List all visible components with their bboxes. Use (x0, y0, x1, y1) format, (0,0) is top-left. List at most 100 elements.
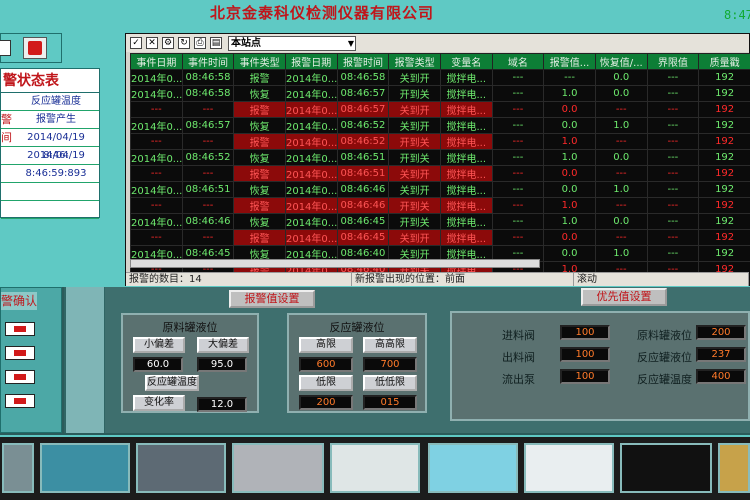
table-cell: 192 (698, 197, 750, 214)
title-bar: 北京金泰科仪检测仪器有限公司 8:47 (0, 0, 750, 26)
table-row[interactable]: 2014年0... 08:46:51 恢复 2014年0... 08:46:46 关到开搅… (130, 181, 750, 198)
small-dev-label[interactable]: 小偏差 (133, 337, 185, 353)
refresh-icon[interactable]: ↻ (178, 37, 190, 49)
table-cell: --- (646, 69, 700, 86)
low-limit-value[interactable]: 200 (299, 395, 353, 410)
priority-value[interactable]: 237 (696, 347, 746, 362)
rate-value[interactable]: 12.0 (197, 397, 247, 412)
status-row: 2014/04/19 (1, 147, 99, 165)
thumbnail-9[interactable] (718, 443, 750, 493)
priority-value[interactable]: 100 (560, 347, 610, 362)
thumbnail-2[interactable] (40, 443, 130, 493)
status-row-value (13, 201, 99, 218)
low-limit-label[interactable]: 低限 (299, 375, 353, 391)
stop-button[interactable] (23, 37, 47, 59)
table-cell: --- (646, 133, 700, 150)
priority-value[interactable]: 100 (560, 325, 610, 340)
filter-icon[interactable]: ⚙ (162, 37, 174, 49)
station-select[interactable]: 本站点 (228, 35, 356, 51)
table-cell: 2014年0... (284, 213, 338, 230)
column-header[interactable]: 域名 (491, 53, 545, 70)
lowlow-limit-label[interactable]: 低低限 (363, 375, 417, 391)
column-header[interactable]: 质量戳 (698, 53, 750, 70)
table-cell: 0.0 (543, 229, 596, 246)
high-limit-value[interactable]: 600 (299, 357, 353, 372)
column-header[interactable]: 恢复值/... (594, 53, 648, 70)
thumbnail-4[interactable] (232, 443, 324, 493)
column-header[interactable]: 事件日期 (130, 53, 183, 70)
ack-button-1[interactable] (5, 322, 35, 336)
print-icon[interactable]: ⎙ (194, 37, 206, 49)
thumbnail-8[interactable] (620, 443, 712, 493)
close-box-icon[interactable]: ✕ (146, 37, 158, 49)
settings-panel: 报警值设置 优先值设置 原料罐液位 小偏差 大偏差 60.0 95.0 反应罐温… (105, 287, 750, 433)
table-cell: --- (491, 69, 545, 86)
highhigh-limit-label[interactable]: 高高限 (363, 337, 417, 353)
table-cell: 08:46:51 (336, 165, 390, 182)
table-row[interactable]: 2014年0... 08:46:58 恢复 2014年0... 08:46:57 开到关搅… (130, 85, 750, 102)
ack-button-4[interactable] (5, 394, 35, 408)
table-cell: --- (491, 197, 545, 214)
table-cell: --- (491, 101, 545, 118)
table-row[interactable]: 2014年0... 08:46:46 恢复 2014年0... 08:46:45 开到关搅… (130, 213, 750, 230)
table-cell: --- (491, 85, 545, 102)
table-row[interactable]: --- --- 报警 2014年0... 08:46:51 关到开 搅拌电... --- 0.0… (130, 165, 750, 182)
priority-value[interactable]: 400 (696, 369, 746, 384)
priority-value[interactable]: 100 (560, 369, 610, 384)
highhigh-limit-value[interactable]: 700 (363, 357, 417, 372)
thumbnail-7[interactable] (524, 443, 614, 493)
table-row[interactable]: 2014年0... 08:46:52 恢复 2014年0... 08:46:51 开到关搅… (130, 149, 750, 166)
column-header[interactable]: 变量名 (439, 53, 493, 70)
table-row[interactable]: --- --- 报警 2014年0... 08:46:57 关到开 搅拌电... --- 0.0… (130, 101, 750, 118)
thumbnail-5[interactable] (330, 443, 420, 493)
alarm-setting-button[interactable]: 报警值设置 (229, 290, 315, 308)
checkbox-icon[interactable]: ✓ (130, 37, 142, 49)
horizontal-scrollbar[interactable] (130, 259, 540, 268)
window-icon[interactable]: ▤ (210, 37, 222, 49)
table-cell: 2014年0... (284, 197, 338, 214)
company-title: 北京金泰科仪检测仪器有限公司 (210, 4, 435, 22)
alarm-toolbar: ✓ ✕ ⚙ ↻ ⎙ ▤ 本站点 (126, 34, 749, 52)
big-dev-label[interactable]: 大偏差 (197, 337, 249, 353)
column-header[interactable]: 报警日期 (284, 53, 338, 70)
ack-button-3[interactable] (5, 370, 35, 384)
table-cell: 192 (698, 181, 750, 198)
table-cell: --- (130, 101, 183, 118)
alarm-status-panel: 警状态表 反应罐温度警 报警产生间 2014/04/19 8:46: 2014/04/… (0, 68, 100, 219)
thumbnail-6[interactable] (428, 443, 518, 493)
big-dev-value[interactable]: 95.0 (197, 357, 247, 372)
table-cell: 0.0 (543, 245, 596, 262)
table-cell: 1.0 (543, 149, 596, 166)
thumbnail-1[interactable] (2, 443, 34, 493)
table-row[interactable]: --- --- 报警 2014年0... 08:46:45 关到开 搅拌电... --- 0.0… (130, 229, 750, 246)
column-header[interactable]: 事件类型 (233, 53, 286, 70)
column-header[interactable]: 报警时间 (336, 53, 390, 70)
table-row[interactable]: --- --- 报警 2014年0... 08:46:46 开到关 搅拌电... --- 1.0… (130, 197, 750, 214)
table-cell: 报警 (233, 229, 286, 246)
column-header[interactable]: 报警类型 (388, 53, 441, 70)
high-limit-label[interactable]: 高限 (299, 337, 353, 353)
table-cell: 开到关 (388, 133, 441, 150)
column-header[interactable]: 报警值... (543, 53, 596, 70)
table-cell: --- (181, 165, 235, 182)
table-cell: 192 (698, 117, 750, 134)
thumbnail-3[interactable] (136, 443, 226, 493)
screen-thumbnails (0, 437, 750, 500)
small-dev-value[interactable]: 60.0 (133, 357, 183, 372)
white-button[interactable] (0, 40, 11, 56)
table-cell: 08:46:58 (336, 69, 390, 86)
ack-button-2[interactable] (5, 346, 35, 360)
column-header[interactable]: 界限值 (646, 53, 700, 70)
rate-label[interactable]: 变化率 (133, 395, 185, 411)
table-cell: --- (594, 101, 648, 118)
temp-label[interactable]: 反应罐温度 (145, 375, 199, 391)
priority-value[interactable]: 200 (696, 325, 746, 340)
priority-setting-button[interactable]: 优先值设置 (581, 288, 667, 306)
table-cell: 关到开 (388, 229, 441, 246)
status-row-label (1, 93, 13, 110)
table-row[interactable]: 2014年0... 08:46:58 报警 2014年0... 08:46:58 关到开搅… (130, 69, 750, 86)
table-row[interactable]: --- --- 报警 2014年0... 08:46:52 开到关 搅拌电... --- 1.0… (130, 133, 750, 150)
lowlow-limit-value[interactable]: 015 (363, 395, 417, 410)
column-header[interactable]: 事件时间 (181, 53, 235, 70)
table-row[interactable]: 2014年0... 08:46:57 恢复 2014年0... 08:46:52 关到开搅… (130, 117, 750, 134)
